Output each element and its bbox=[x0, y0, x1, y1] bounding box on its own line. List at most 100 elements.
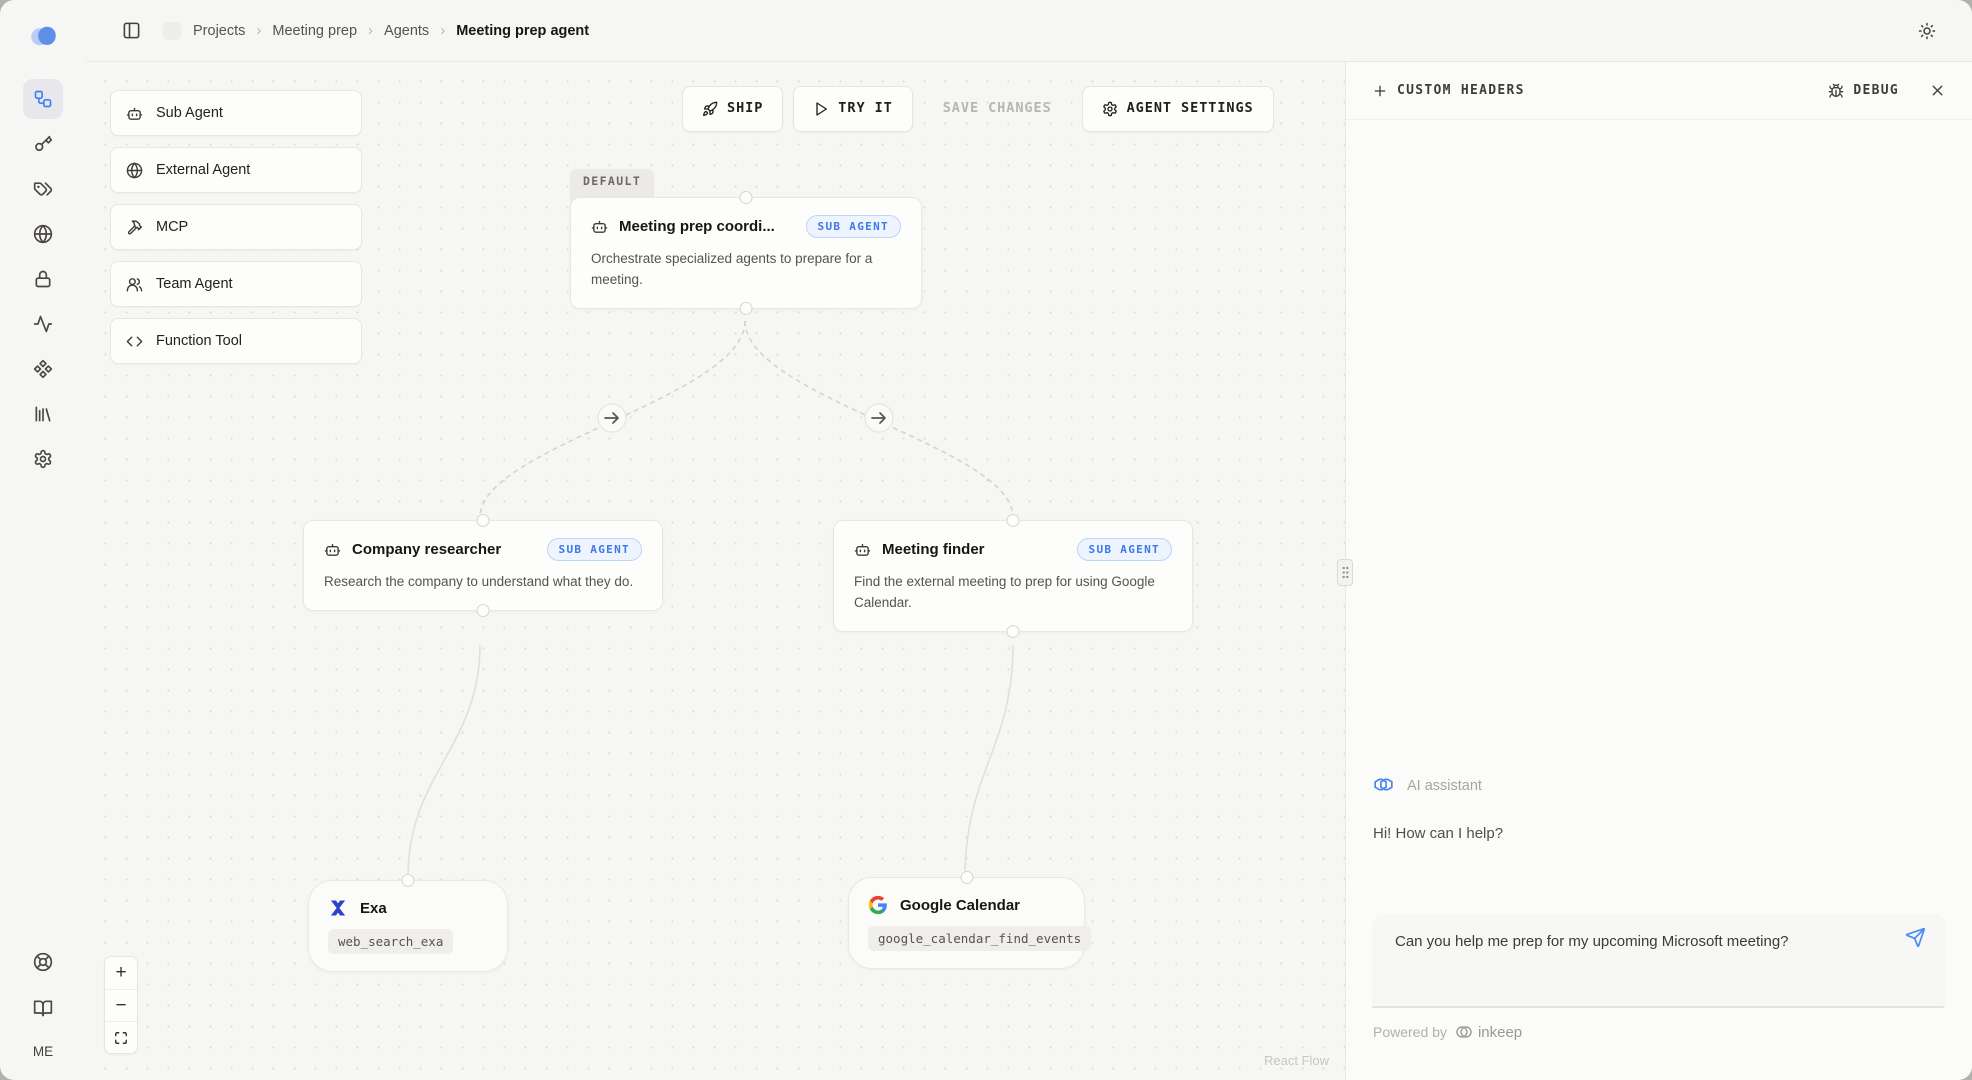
sub-agent-badge: SUB AGENT bbox=[547, 538, 642, 561]
edge-researcher-exa bbox=[408, 645, 480, 877]
fit-view-button[interactable] bbox=[105, 1021, 137, 1053]
node-title: Meeting prep coordi... bbox=[619, 218, 775, 235]
panel-resize-handle[interactable] bbox=[1337, 559, 1353, 586]
node-exa-tool[interactable]: Exa web_search_exa bbox=[308, 880, 508, 972]
node-handle[interactable] bbox=[402, 874, 415, 887]
rocket-icon bbox=[702, 101, 718, 117]
try-it-button[interactable]: TRY IT bbox=[793, 86, 912, 132]
powered-by[interactable]: Powered by inkeep bbox=[1373, 1022, 1522, 1042]
chat-input[interactable]: Can you help me prep for my upcoming Mic… bbox=[1372, 914, 1946, 1006]
rail-item-settings[interactable] bbox=[23, 439, 63, 479]
node-handle[interactable] bbox=[740, 302, 753, 315]
assistant-header: AI assistant bbox=[1372, 774, 1482, 797]
custom-headers-button[interactable]: CUSTOM HEADERS bbox=[1372, 83, 1525, 99]
zoom-out-button[interactable]: − bbox=[105, 989, 137, 1021]
flow-canvas[interactable]: Sub Agent External Agent MCP Team Agent … bbox=[86, 62, 1345, 1080]
assistant-name: AI assistant bbox=[1407, 778, 1482, 794]
rail-item-graph[interactable] bbox=[23, 79, 63, 119]
node-description: Orchestrate specialized agents to prepar… bbox=[591, 249, 901, 291]
save-changes-button[interactable]: SAVE CHANGES bbox=[923, 86, 1072, 132]
palette-item-external-agent[interactable]: External Agent bbox=[110, 147, 362, 193]
assistant-greeting: Hi! How can I help? bbox=[1373, 825, 1503, 842]
rail-item-api-keys[interactable] bbox=[23, 124, 63, 164]
palette-item-sub-agent[interactable]: Sub Agent bbox=[110, 90, 362, 136]
workflow-icon bbox=[33, 89, 53, 109]
tool-title: Google Calendar bbox=[900, 897, 1020, 914]
rail-item-security[interactable] bbox=[23, 259, 63, 299]
inkeep-wordmark-icon bbox=[1454, 1022, 1474, 1042]
tags-icon bbox=[33, 179, 53, 199]
agent-settings-button[interactable]: AGENT SETTINGS bbox=[1082, 86, 1274, 132]
react-flow-attribution[interactable]: React Flow bbox=[1264, 1053, 1329, 1068]
palette-item-label: MCP bbox=[156, 219, 188, 235]
users-icon bbox=[126, 276, 143, 293]
ship-label: SHIP bbox=[727, 102, 763, 116]
breadcrumb-agents[interactable]: Agents bbox=[384, 23, 429, 39]
tool-title: Exa bbox=[360, 900, 387, 917]
edge-arrow-marker bbox=[598, 404, 626, 432]
user-menu[interactable]: ME bbox=[33, 1034, 53, 1068]
close-panel-button[interactable] bbox=[1929, 82, 1946, 99]
edge-coordinator-finder bbox=[745, 321, 1013, 517]
rail-item-library[interactable] bbox=[23, 394, 63, 434]
breadcrumb: Projects › Meeting prep › Agents › Meeti… bbox=[193, 22, 589, 39]
exa-logo-icon bbox=[328, 898, 348, 918]
node-coordinator[interactable]: Meeting prep coordi... SUB AGENT Orchest… bbox=[570, 197, 922, 309]
palette-item-function-tool[interactable]: Function Tool bbox=[110, 318, 362, 364]
assistant-logo-icon bbox=[1372, 774, 1395, 797]
edge-coordinator-researcher bbox=[480, 321, 745, 517]
palette-item-label: Sub Agent bbox=[156, 105, 223, 121]
edge-arrow-marker bbox=[865, 404, 893, 432]
breadcrumb-projects[interactable]: Projects bbox=[193, 23, 245, 39]
send-icon bbox=[1905, 927, 1926, 948]
chat-input-divider bbox=[1372, 1006, 1944, 1008]
chat-panel: CUSTOM HEADERS DEBUG AI assistant Hi! Ho… bbox=[1345, 62, 1972, 1080]
bot-icon bbox=[126, 105, 143, 122]
globe-icon bbox=[33, 224, 53, 244]
node-description: Research the company to understand what … bbox=[324, 572, 642, 593]
node-handle[interactable] bbox=[740, 191, 753, 204]
rail-item-help[interactable] bbox=[23, 942, 63, 982]
node-handle[interactable] bbox=[960, 871, 973, 884]
node-handle[interactable] bbox=[477, 514, 490, 527]
tool-id-pill: web_search_exa bbox=[328, 929, 453, 954]
breadcrumb-separator: › bbox=[256, 22, 261, 39]
bot-icon bbox=[854, 541, 871, 558]
project-avatar-placeholder bbox=[163, 22, 181, 40]
rail-item-components[interactable] bbox=[23, 349, 63, 389]
globe-icon bbox=[126, 162, 143, 179]
inkeep-logo-icon[interactable] bbox=[26, 18, 62, 54]
plus-icon bbox=[1372, 83, 1388, 99]
node-google-calendar-tool[interactable]: Google Calendar google_calendar_find_eve… bbox=[848, 877, 1085, 969]
send-button[interactable] bbox=[1905, 927, 1926, 948]
close-icon bbox=[1929, 82, 1946, 99]
debug-label: DEBUG bbox=[1853, 83, 1899, 98]
hammer-icon bbox=[126, 219, 143, 236]
sun-icon bbox=[1918, 22, 1936, 40]
edge-finder-calendar bbox=[965, 645, 1013, 877]
breadcrumb-project[interactable]: Meeting prep bbox=[272, 23, 357, 39]
zoom-in-button[interactable]: + bbox=[105, 957, 137, 989]
library-icon bbox=[33, 404, 53, 424]
rail-item-docs[interactable] bbox=[23, 988, 63, 1028]
debug-button[interactable]: DEBUG bbox=[1828, 83, 1899, 99]
sidebar-toggle-button[interactable] bbox=[122, 21, 141, 40]
palette-item-team-agent[interactable]: Team Agent bbox=[110, 261, 362, 307]
node-handle[interactable] bbox=[477, 604, 490, 617]
ship-button[interactable]: SHIP bbox=[682, 86, 783, 132]
node-handle[interactable] bbox=[1007, 514, 1020, 527]
node-handle[interactable] bbox=[1007, 625, 1020, 638]
sub-agent-badge: SUB AGENT bbox=[806, 215, 901, 238]
node-title: Company researcher bbox=[352, 541, 501, 558]
rail-item-credentials[interactable] bbox=[23, 169, 63, 209]
node-meeting-finder[interactable]: Meeting finder SUB AGENT Find the extern… bbox=[833, 520, 1193, 632]
chat-input-value[interactable]: Can you help me prep for my upcoming Mic… bbox=[1372, 914, 1932, 954]
palette-item-mcp[interactable]: MCP bbox=[110, 204, 362, 250]
node-company-researcher[interactable]: Company researcher SUB AGENT Research th… bbox=[303, 520, 663, 611]
breadcrumb-current: Meeting prep agent bbox=[456, 23, 589, 39]
bug-icon bbox=[1828, 83, 1844, 99]
rail-item-external[interactable] bbox=[23, 214, 63, 254]
rail-item-activity[interactable] bbox=[23, 304, 63, 344]
code-icon bbox=[126, 333, 143, 350]
theme-toggle-button[interactable] bbox=[1918, 22, 1936, 40]
